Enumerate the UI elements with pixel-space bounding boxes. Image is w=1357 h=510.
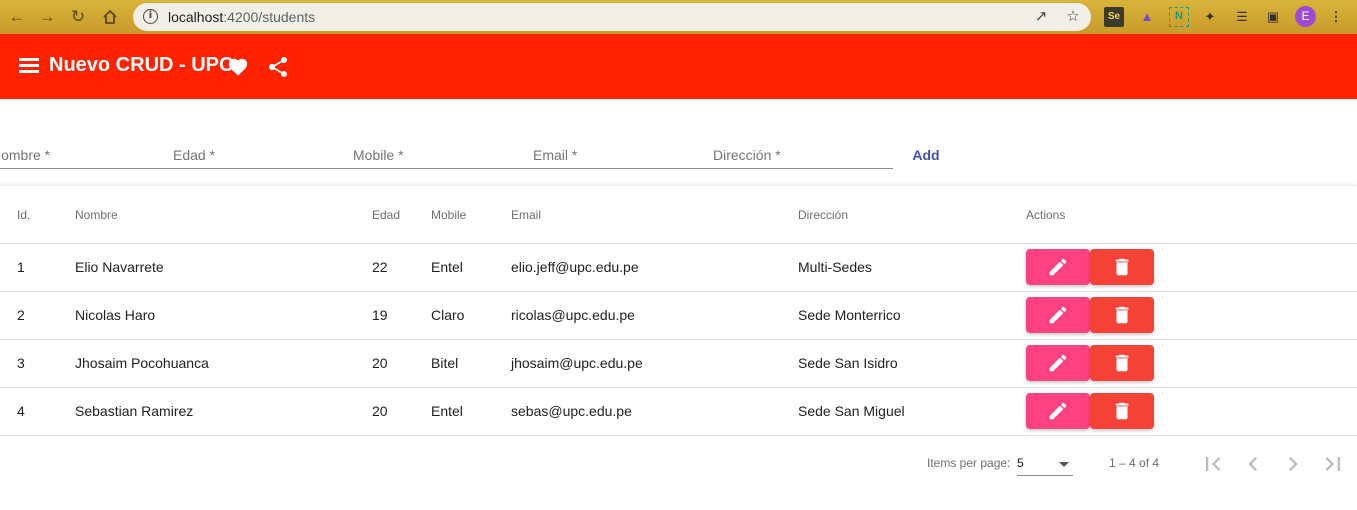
cell-mobile: Entel bbox=[431, 259, 463, 275]
trash-icon bbox=[1115, 258, 1129, 276]
table-row: 4 Sebastian Ramirez 20 Entel sebas@upc.e… bbox=[0, 387, 1357, 435]
share-page-icon[interactable]: ↗ bbox=[1031, 7, 1051, 27]
form-underline bbox=[0, 168, 893, 169]
cell-direccion: Sede Monterrico bbox=[798, 307, 901, 323]
cell-email: ricolas@upc.edu.pe bbox=[511, 307, 635, 323]
delete-button[interactable] bbox=[1090, 345, 1154, 381]
cell-email: elio.jeff@upc.edu.pe bbox=[511, 259, 639, 275]
trash-icon bbox=[1115, 306, 1129, 324]
header-mobile: Mobile bbox=[431, 208, 467, 222]
media-queue-icon[interactable]: ☰ bbox=[1232, 7, 1252, 27]
extension-n-icon[interactable]: N bbox=[1169, 7, 1189, 27]
site-info-icon[interactable]: i bbox=[143, 9, 158, 24]
cell-mobile: Entel bbox=[431, 403, 463, 419]
edit-button[interactable] bbox=[1026, 345, 1090, 381]
cell-direccion: Multi-Sedes bbox=[798, 259, 872, 275]
back-icon[interactable]: ← bbox=[5, 5, 29, 29]
url-text: localhost:4200/students bbox=[168, 9, 316, 25]
app-toolbar: Nuevo CRUD - UPC bbox=[0, 34, 1357, 99]
cell-edad: 19 bbox=[372, 307, 388, 323]
bookmark-star-icon[interactable]: ☆ bbox=[1063, 7, 1083, 27]
table-row: 1 Elio Navarrete 22 Entel elio.jeff@upc.… bbox=[0, 243, 1357, 291]
browser-menu-icon[interactable]: ⋮ bbox=[1326, 7, 1346, 27]
cell-direccion: Sede San Miguel bbox=[798, 403, 905, 419]
cell-direccion: Sede San Isidro bbox=[798, 355, 898, 371]
last-page-icon[interactable] bbox=[1319, 450, 1347, 478]
chevron-down-icon bbox=[1059, 462, 1069, 467]
pencil-icon bbox=[1049, 402, 1067, 420]
email-field-label: Email * bbox=[533, 147, 578, 163]
header-actions: Actions bbox=[1026, 208, 1066, 222]
mobile-field-label: Mobile * bbox=[353, 147, 404, 163]
cell-mobile: Bitel bbox=[431, 355, 459, 371]
profile-avatar[interactable]: E bbox=[1295, 6, 1316, 27]
first-page-icon[interactable] bbox=[1199, 450, 1227, 478]
header-email: Email bbox=[511, 208, 542, 222]
next-page-icon[interactable] bbox=[1279, 450, 1307, 478]
heart-icon[interactable] bbox=[226, 56, 250, 78]
page-range-label: 1 – 4 of 4 bbox=[1109, 456, 1160, 470]
share-icon[interactable] bbox=[266, 55, 290, 79]
direccion-field-label: Dirección * bbox=[713, 147, 781, 163]
items-per-page-label: Items per page: bbox=[927, 456, 1011, 470]
header-direccion: Dirección bbox=[798, 208, 849, 222]
edit-button[interactable] bbox=[1026, 249, 1090, 285]
cell-email: sebas@upc.edu.pe bbox=[511, 403, 632, 419]
edit-button[interactable] bbox=[1026, 297, 1090, 333]
trash-icon bbox=[1115, 354, 1129, 372]
delete-button[interactable] bbox=[1090, 393, 1154, 429]
cell-nombre: Jhosaim Pocohuanca bbox=[75, 355, 209, 371]
table-row: 2 Nicolas Haro 19 Claro ricolas@upc.edu.… bbox=[0, 291, 1357, 339]
pencil-icon bbox=[1049, 306, 1067, 324]
cell-edad: 20 bbox=[372, 403, 388, 419]
cell-id: 2 bbox=[17, 307, 25, 323]
table-bottom-divider bbox=[0, 435, 1357, 436]
cell-mobile: Claro bbox=[431, 307, 465, 323]
direccion-field[interactable]: Dirección * bbox=[713, 140, 893, 169]
extensions-puzzle-icon[interactable]: ✦ bbox=[1200, 7, 1220, 27]
edad-field[interactable]: Edad * bbox=[173, 140, 343, 169]
header-edad: Edad bbox=[372, 208, 401, 222]
header-nombre: Nombre bbox=[75, 208, 118, 222]
delete-button[interactable] bbox=[1090, 297, 1154, 333]
header-id: Id. bbox=[17, 208, 31, 222]
mobile-field[interactable]: Mobile * bbox=[353, 140, 523, 169]
address-bar[interactable]: i localhost:4200/students ↗ ☆ bbox=[133, 3, 1091, 31]
edad-field-label: Edad * bbox=[173, 147, 216, 163]
students-table: Id. Nombre Edad Mobile Email Dirección A… bbox=[0, 186, 1357, 510]
cell-edad: 22 bbox=[372, 259, 388, 275]
cell-nombre: Elio Navarrete bbox=[75, 259, 164, 275]
pencil-icon bbox=[1049, 354, 1067, 372]
student-form: Nombre * Edad * Mobile * Email * Direcci… bbox=[0, 140, 900, 170]
edit-button[interactable] bbox=[1026, 393, 1090, 429]
app-title: Nuevo CRUD - UPC bbox=[49, 54, 234, 76]
pencil-icon bbox=[1049, 258, 1067, 276]
cell-id: 4 bbox=[17, 403, 25, 419]
add-button[interactable]: Add bbox=[904, 143, 948, 167]
trash-icon bbox=[1115, 402, 1129, 420]
nombre-field-label: Nombre * bbox=[0, 147, 51, 163]
selenium-extension-icon[interactable]: Se bbox=[1104, 7, 1124, 27]
table-row: 3 Jhosaim Pocohuanca 20 Bitel jhosaim@up… bbox=[0, 339, 1357, 387]
cell-nombre: Sebastian Ramirez bbox=[75, 403, 194, 419]
side-panel-icon[interactable]: ▣ bbox=[1263, 7, 1283, 27]
delete-button[interactable] bbox=[1090, 249, 1154, 285]
home-icon[interactable] bbox=[98, 5, 122, 29]
cell-email: jhosaim@upc.edu.pe bbox=[511, 355, 643, 371]
previous-page-icon[interactable] bbox=[1239, 450, 1267, 478]
email-field[interactable]: Email * bbox=[533, 140, 703, 169]
cell-nombre: Nicolas Haro bbox=[75, 307, 156, 323]
cell-id: 1 bbox=[17, 259, 25, 275]
page-size-select[interactable]: 5 bbox=[1017, 452, 1073, 476]
browser-toolbar: ← → ↻ i localhost:4200/students ↗ ☆ Se ▲… bbox=[0, 0, 1357, 34]
forward-icon[interactable]: → bbox=[35, 5, 59, 29]
nombre-field[interactable]: Nombre * bbox=[0, 140, 170, 169]
extension-triangle-icon[interactable]: ▲ bbox=[1137, 7, 1157, 27]
cell-id: 3 bbox=[17, 355, 25, 371]
cell-edad: 20 bbox=[372, 355, 388, 371]
menu-icon[interactable] bbox=[19, 58, 39, 74]
page-size-value: 5 bbox=[1017, 456, 1024, 470]
reload-icon[interactable]: ↻ bbox=[66, 5, 90, 29]
